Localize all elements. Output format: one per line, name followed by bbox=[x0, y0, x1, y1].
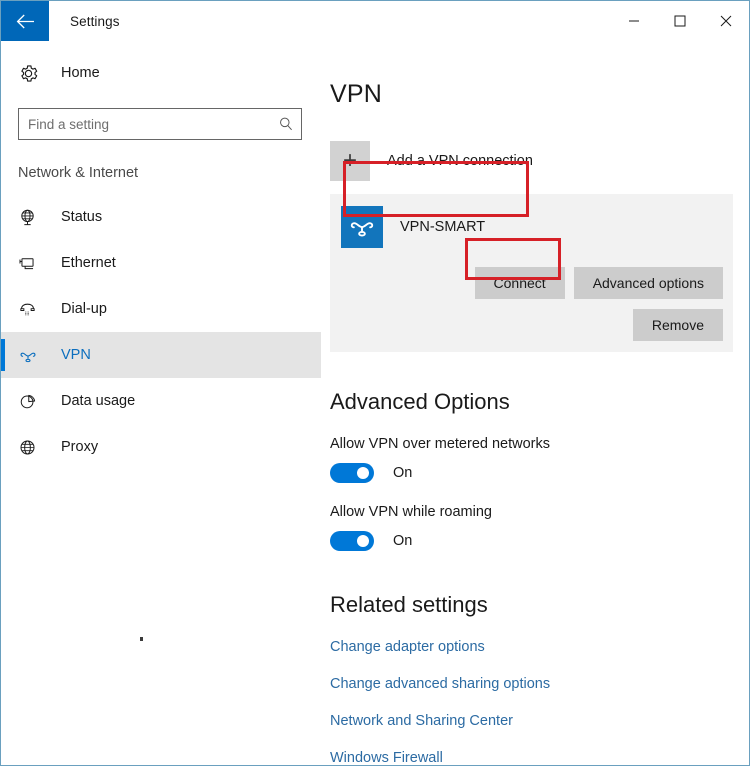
title-bar: Settings bbox=[1, 1, 749, 41]
page-title: VPN bbox=[330, 80, 383, 108]
vpn-knot-icon bbox=[341, 206, 383, 248]
close-icon bbox=[720, 15, 732, 27]
metered-networks-state: On bbox=[393, 465, 413, 481]
dialup-phone-icon bbox=[18, 300, 44, 319]
maximize-icon bbox=[674, 15, 686, 27]
sidebar-item-proxy[interactable]: Proxy bbox=[1, 424, 321, 470]
sidebar-nav: Status Ethernet Dial-up VPN Data usage P… bbox=[1, 194, 321, 470]
search-input[interactable] bbox=[28, 116, 278, 132]
back-button[interactable] bbox=[1, 1, 49, 41]
maximize-button[interactable] bbox=[657, 1, 703, 41]
close-button[interactable] bbox=[703, 1, 749, 41]
link-network-and-sharing-center[interactable]: Network and Sharing Center bbox=[330, 713, 513, 729]
remove-button[interactable]: Remove bbox=[632, 309, 723, 341]
roaming-label: Allow VPN while roaming bbox=[330, 504, 492, 520]
sidebar: Home Network & Internet bbox=[1, 41, 321, 765]
gear-icon bbox=[18, 63, 44, 84]
window-body: Home Network & Internet bbox=[1, 41, 749, 765]
link-windows-firewall[interactable]: Windows Firewall bbox=[330, 750, 443, 765]
window-controls bbox=[611, 1, 749, 41]
minimize-icon bbox=[629, 20, 639, 22]
add-vpn-connection-label: Add a VPN connection bbox=[387, 153, 533, 169]
sidebar-item-home[interactable]: Home bbox=[1, 52, 321, 94]
sidebar-item-data-usage[interactable]: Data usage bbox=[1, 378, 321, 424]
link-change-advanced-sharing-options[interactable]: Change advanced sharing options bbox=[330, 676, 550, 692]
search-icon bbox=[278, 116, 294, 132]
sidebar-item-label: Dial-up bbox=[61, 301, 107, 317]
search-box[interactable] bbox=[18, 108, 302, 140]
sidebar-home-label: Home bbox=[61, 65, 100, 81]
pie-chart-icon bbox=[18, 392, 44, 411]
vpn-icon bbox=[18, 345, 44, 365]
sidebar-item-vpn[interactable]: VPN bbox=[1, 332, 321, 378]
metered-networks-toggle[interactable] bbox=[330, 463, 374, 483]
sidebar-item-dial-up[interactable]: Dial-up bbox=[1, 286, 321, 332]
vpn-connection-card: VPN-SMART Connect Advanced options Remov… bbox=[330, 194, 733, 352]
vpn-connection-entry[interactable]: VPN-SMART bbox=[330, 205, 733, 249]
roaming-state: On bbox=[393, 533, 413, 549]
sidebar-item-label: VPN bbox=[61, 347, 91, 363]
roaming-toggle-row: On bbox=[330, 531, 749, 551]
sidebar-item-label: Proxy bbox=[61, 439, 99, 455]
cursor-artifact bbox=[140, 637, 143, 641]
advanced-options-button[interactable]: Advanced options bbox=[573, 267, 723, 299]
sidebar-item-ethernet[interactable]: Ethernet bbox=[1, 240, 321, 286]
back-arrow-icon bbox=[16, 14, 35, 29]
link-change-adapter-options[interactable]: Change adapter options bbox=[330, 639, 485, 655]
window-title: Settings bbox=[70, 13, 120, 29]
globe-status-icon bbox=[18, 208, 44, 227]
toggle-knob bbox=[357, 467, 369, 479]
ethernet-icon bbox=[18, 254, 44, 273]
related-settings-heading: Related settings bbox=[330, 592, 488, 617]
content-pane: VPN + Add a VPN connection VPN-SMART Con… bbox=[321, 41, 749, 765]
vpn-action-buttons: Connect Advanced options bbox=[330, 267, 733, 299]
settings-window: Settings Home Find a setting Network & I… bbox=[0, 0, 750, 766]
minimize-button[interactable] bbox=[611, 1, 657, 41]
sidebar-category-label: Network & Internet bbox=[18, 165, 139, 181]
roaming-toggle[interactable] bbox=[330, 531, 374, 551]
advanced-options-heading: Advanced Options bbox=[330, 389, 510, 414]
toggle-knob bbox=[357, 535, 369, 547]
sidebar-item-status[interactable]: Status bbox=[1, 194, 321, 240]
sidebar-item-label: Status bbox=[61, 209, 103, 225]
vpn-remove-row: Remove bbox=[330, 309, 733, 341]
add-vpn-connection-button[interactable]: + Add a VPN connection bbox=[330, 141, 547, 181]
vpn-connection-name: VPN-SMART bbox=[400, 219, 486, 235]
sidebar-item-label: Ethernet bbox=[61, 255, 116, 271]
plus-icon: + bbox=[330, 141, 370, 181]
connect-button[interactable]: Connect bbox=[474, 267, 565, 299]
metered-networks-label: Allow VPN over metered networks bbox=[330, 436, 550, 452]
metered-networks-toggle-row: On bbox=[330, 463, 749, 483]
sidebar-item-label: Data usage bbox=[61, 393, 136, 409]
globe-proxy-icon bbox=[18, 438, 44, 457]
